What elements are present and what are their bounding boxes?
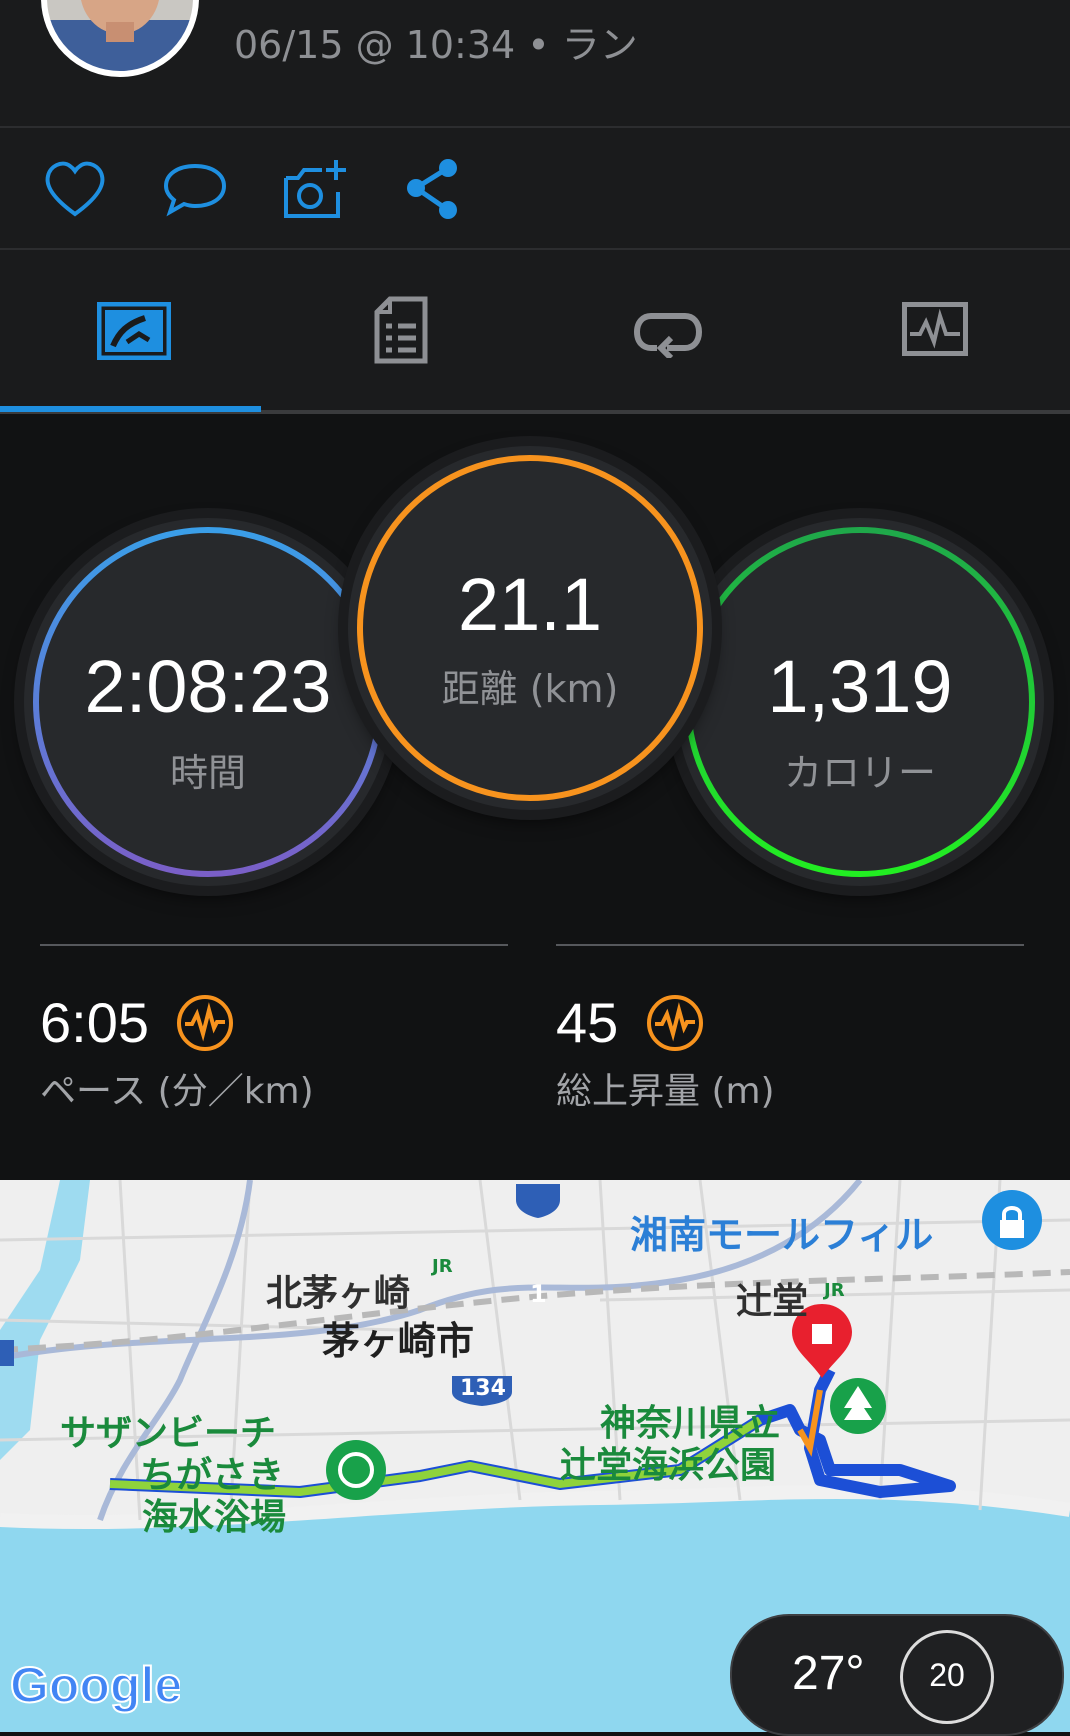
tab-charts[interactable] [801,250,1068,410]
distance-ring: 21.1 距離 (km) [348,446,712,810]
jr-station-icon: JR [432,1256,453,1277]
summary-stats: 6:05 ペース (分／km) 45 総上昇量 (m) [0,934,1070,1174]
pulse-icon[interactable] [646,994,704,1052]
google-logo: Google [9,1656,183,1728]
pace-label: ペース (分／km) [40,1071,314,1112]
pulse-icon[interactable] [176,994,234,1052]
map-label-southern-beach-3[interactable]: 海水浴場 [142,1488,286,1540]
selected-tab-indicator [0,406,261,412]
pace-stat: 6:05 ペース (分／km) [40,944,508,1112]
share-icon[interactable] [400,154,470,224]
elevation-value: 45 [556,991,619,1054]
elevation-stat: 45 総上昇量 (m) [556,944,1024,1112]
heart-icon[interactable] [40,154,110,224]
time-label: 時間 [169,751,246,795]
tab-details[interactable] [267,250,534,410]
calories-value: 1,319 [767,645,953,728]
elevation-label: 総上昇量 (m) [556,1071,775,1112]
laps-icon [633,310,703,362]
map-route-134: 134 [460,1376,506,1401]
wind-speed-value: 20 [929,1657,965,1693]
summary-rings: 2:08:23 時間 1,319 カロリー 21.1 距離 (km) [0,414,1070,934]
pace-value: 6:05 [40,991,149,1054]
divider [40,944,508,946]
tab-laps[interactable] [534,250,801,410]
add-photo-icon[interactable] [280,154,350,224]
map-label-chigasaki-city: 茅ヶ崎市 [322,1319,475,1363]
activity-date-type: 06/15 @ 10:34 • ラン [234,23,638,67]
weather-badge[interactable]: 27° 20 [730,1614,1064,1736]
map-route-1: 1 [530,1280,547,1308]
tab-summary[interactable] [0,250,267,410]
map-label-kanagawa-park-2[interactable]: 辻堂海浜公園 [560,1436,776,1488]
comment-icon[interactable] [160,154,230,224]
distance-label: 距離 (km) [441,667,619,711]
details-icon [374,296,428,368]
calories-label: カロリー [783,751,936,795]
wind-compass-icon: 20 [900,1630,994,1724]
google-logo-text: Google [10,1657,180,1713]
map-label-kitachigasaki: 北茅ヶ崎 [266,1273,411,1314]
charts-icon [901,302,968,360]
map-label-shonan-mall[interactable]: 湘南モールフィル [630,1204,933,1259]
time-ring: 2:08:23 時間 [24,518,392,886]
tab-bar [0,250,1070,414]
avatar[interactable] [40,0,200,78]
jr-station-icon: JR [824,1280,845,1301]
map-label-tsujido: 辻堂 [736,1281,809,1322]
time-value: 2:08:23 [84,645,332,728]
temperature-value: 27° [792,1647,865,1700]
action-bar [0,128,1070,250]
divider [556,944,1024,946]
distance-value: 21.1 [457,563,603,646]
calories-ring: 1,319 カロリー [676,518,1044,886]
summary-icon [96,301,171,364]
activity-header: 06/15 @ 10:34 • ラン [0,0,1070,128]
